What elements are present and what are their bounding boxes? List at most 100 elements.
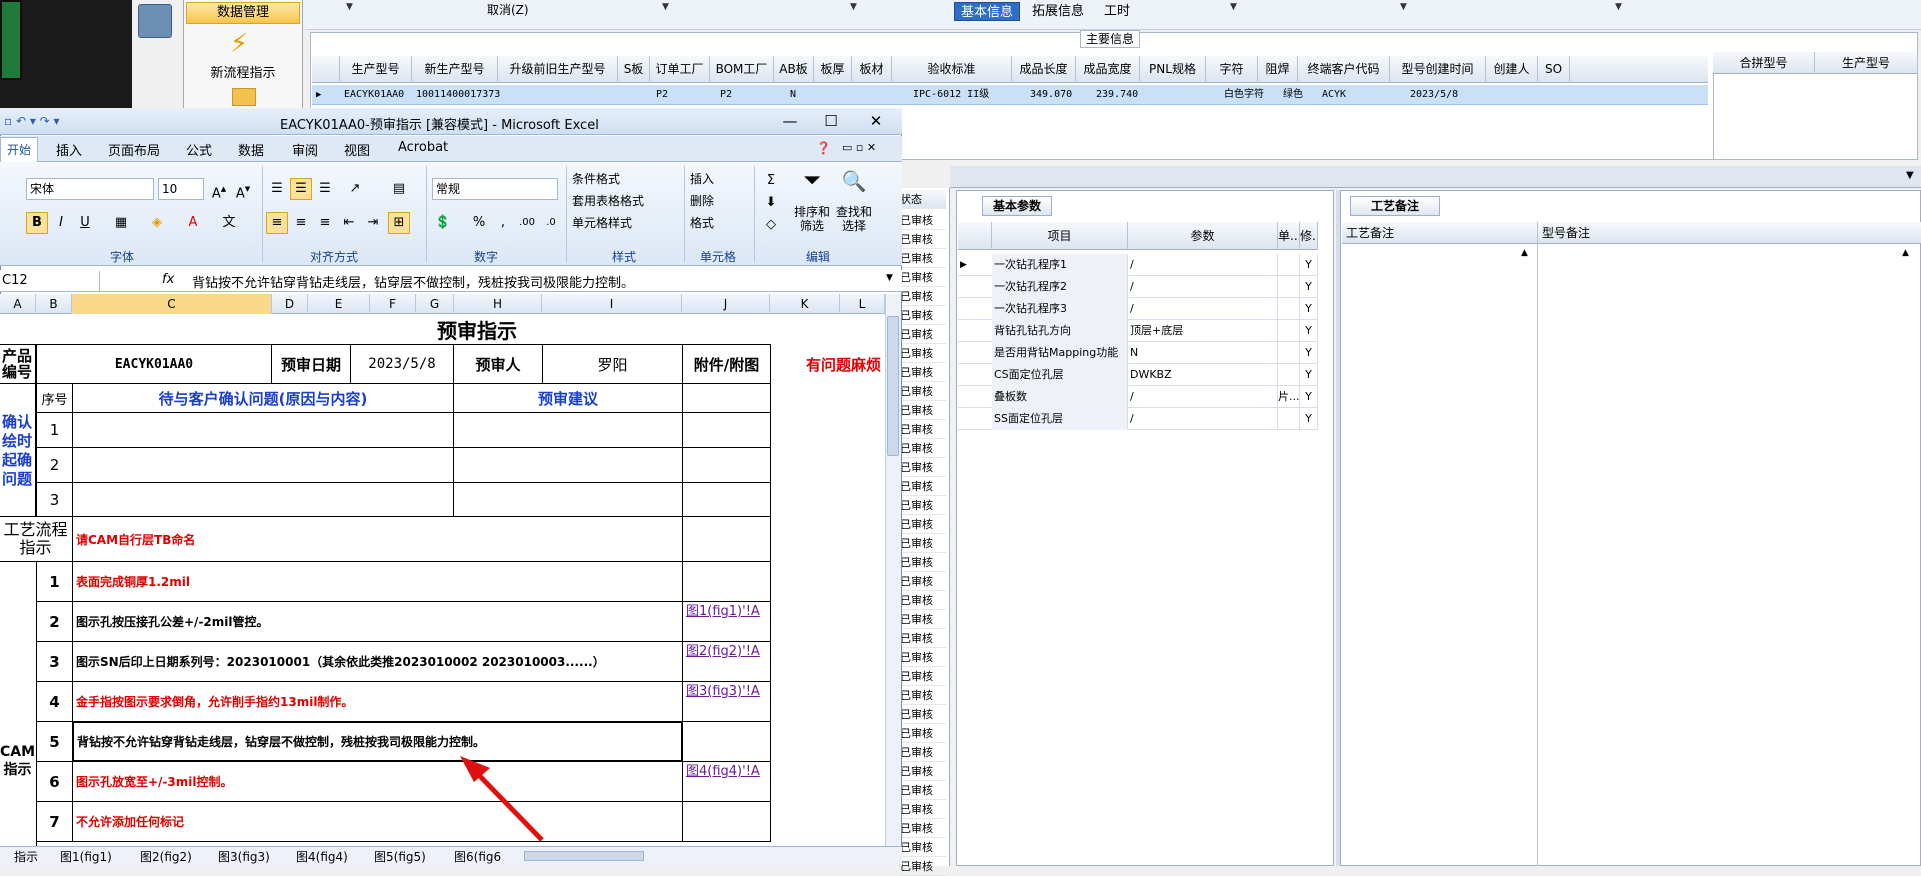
table-row[interactable]: CS面定位孔层 DWKBZ Y bbox=[958, 364, 1318, 386]
param-unit[interactable] bbox=[1278, 408, 1300, 430]
q-seq[interactable]: 1 bbox=[36, 412, 73, 448]
sheet-tab[interactable]: 图2(fig2) bbox=[140, 848, 192, 865]
attach-cell[interactable] bbox=[682, 447, 771, 483]
confirm-label[interactable]: 确认绘时起确问题 bbox=[0, 383, 36, 519]
col-header[interactable]: S板 bbox=[618, 56, 650, 83]
status-cell[interactable]: 已审核 bbox=[900, 857, 946, 876]
tab-data[interactable]: 数据 bbox=[238, 140, 264, 159]
col-letter[interactable]: G bbox=[416, 294, 454, 314]
ins-seq[interactable]: 1 bbox=[36, 561, 73, 602]
align-right-icon[interactable]: ≡ bbox=[314, 212, 336, 234]
table-row[interactable]: 一次钻孔程序2/ Y bbox=[958, 276, 1318, 298]
grid-cell[interactable]: 2023/5/8 bbox=[1410, 85, 1458, 105]
status-cell[interactable]: 已审核 bbox=[900, 553, 946, 572]
folder-icon[interactable] bbox=[232, 88, 256, 106]
attach-link[interactable] bbox=[682, 561, 771, 602]
question-header[interactable]: 待与客户确认问题(原因与内容) bbox=[72, 383, 454, 413]
col-letter[interactable]: B bbox=[36, 294, 72, 314]
param-value[interactable]: / bbox=[1128, 276, 1278, 298]
italic-icon[interactable]: I bbox=[50, 212, 72, 234]
table-row[interactable]: 背钻孔钻孔方向 顶层+底层 Y bbox=[958, 320, 1318, 342]
grid-cell[interactable]: ACYK bbox=[1322, 85, 1346, 105]
decrease-indent-icon[interactable]: ⇤ bbox=[338, 212, 360, 234]
status-cell[interactable]: 已审核 bbox=[900, 629, 946, 648]
col-letter[interactable]: K bbox=[770, 294, 840, 314]
close-icon[interactable]: ✕ bbox=[856, 110, 896, 132]
param-flag[interactable]: Y bbox=[1300, 298, 1318, 320]
status-cell[interactable]: 已审核 bbox=[900, 534, 946, 553]
col-header[interactable]: 订单工厂 bbox=[650, 56, 710, 83]
align-top-icon[interactable]: ☰ bbox=[266, 178, 288, 200]
format-cells-button[interactable]: 格式 bbox=[690, 214, 714, 231]
param-item[interactable]: 背钻孔钻孔方向 bbox=[992, 320, 1128, 342]
param-item[interactable]: 一次钻孔程序3 bbox=[992, 298, 1128, 320]
ins-text[interactable]: 图示孔按压接孔公差+/-2mil管控。 bbox=[72, 601, 683, 642]
ribbon-minimize-icon[interactable]: ▭ ▫ ✕ bbox=[842, 141, 876, 154]
param-flag[interactable]: Y bbox=[1300, 276, 1318, 298]
param-unit[interactable] bbox=[1278, 254, 1300, 276]
maximize-icon[interactable]: ☐ bbox=[811, 110, 851, 132]
attach-link[interactable]: 图3(fig3)'!A bbox=[682, 681, 771, 722]
param-item[interactable]: CS面定位孔层 bbox=[992, 364, 1128, 386]
tab-page-layout[interactable]: 页面布局 bbox=[108, 140, 160, 159]
attach-cell[interactable] bbox=[682, 516, 771, 562]
delete-cells-button[interactable]: 删除 bbox=[690, 192, 714, 209]
param-value[interactable]: / bbox=[1128, 408, 1278, 430]
grid-cell[interactable]: 349.070 bbox=[1030, 85, 1072, 105]
table-row[interactable]: ▶ EACYK01AA0 10011400017373 P2 P2 N IPC-… bbox=[312, 85, 1708, 105]
param-unit[interactable] bbox=[1278, 276, 1300, 298]
align-bottom-icon[interactable]: ☰ bbox=[314, 178, 336, 200]
align-center-icon[interactable]: ≡ bbox=[290, 212, 312, 234]
col-header[interactable]: 成品长度 bbox=[1012, 56, 1076, 83]
horizontal-scrollbar[interactable] bbox=[524, 851, 644, 861]
grid-cell[interactable]: 10011400017373 bbox=[416, 85, 500, 105]
trouble-note[interactable]: 有问题麻烦 bbox=[806, 354, 885, 375]
col-letter[interactable]: D bbox=[272, 294, 308, 314]
font-color-icon[interactable]: A bbox=[182, 212, 204, 234]
tab-basic-info[interactable]: 基本信息 bbox=[954, 2, 1021, 21]
name-box[interactable]: C12 bbox=[0, 271, 100, 291]
param-value[interactable]: DWKBZ bbox=[1128, 364, 1278, 386]
attach-link[interactable] bbox=[682, 801, 771, 842]
fx-icon[interactable]: fx bbox=[162, 272, 174, 287]
param-flag[interactable]: Y bbox=[1300, 408, 1318, 430]
cam-label[interactable]: CAM指示 bbox=[0, 561, 37, 846]
ins-text[interactable]: 图示SN后印上日期系列号：2023010001（其余依此类推2023010002… bbox=[72, 641, 683, 682]
attach-link[interactable]: 图1(fig1)'!A bbox=[682, 601, 771, 642]
col-letter[interactable]: C bbox=[72, 294, 272, 314]
format-as-table-button[interactable]: 套用表格格式 bbox=[572, 192, 644, 209]
table-row[interactable]: 是否用背钻Mapping功能 N Y bbox=[958, 342, 1318, 364]
col-header[interactable]: BOM工厂 bbox=[710, 56, 774, 83]
tab-formulas[interactable]: 公式 bbox=[186, 140, 212, 159]
ins-seq[interactable]: 5 bbox=[36, 721, 73, 762]
font-size-combo[interactable]: 10 bbox=[158, 178, 204, 200]
scroll-up-icon[interactable]: ▲ bbox=[1521, 248, 1528, 258]
orientation-icon[interactable]: ↗ bbox=[344, 178, 366, 200]
param-value[interactable]: / bbox=[1128, 254, 1278, 276]
q-suggestion[interactable] bbox=[453, 447, 683, 483]
merge-center-icon[interactable]: ⊞ bbox=[388, 212, 410, 234]
col-header[interactable]: 项目 bbox=[992, 222, 1128, 250]
status-cell[interactable]: 已审核 bbox=[900, 420, 946, 439]
col-letter[interactable]: F bbox=[370, 294, 416, 314]
status-cell[interactable]: 已审核 bbox=[900, 306, 946, 325]
table-row[interactable]: 一次钻孔程序3/ Y bbox=[958, 298, 1318, 320]
product-code[interactable]: EACYK01AA0 bbox=[36, 344, 272, 384]
dropdown-arrow-icon[interactable]: ▼ bbox=[1230, 2, 1237, 12]
status-cell[interactable]: 已审核 bbox=[900, 477, 946, 496]
param-item[interactable]: 一次钻孔程序1 bbox=[992, 254, 1128, 276]
sort-filter-icon[interactable]: ⏷ bbox=[798, 170, 826, 200]
fill-icon[interactable]: ⬇ bbox=[760, 192, 782, 214]
sheet-tab[interactable]: 图5(fig5) bbox=[374, 848, 426, 865]
expand-formula-icon[interactable]: ▼ bbox=[886, 273, 893, 283]
formula-input[interactable]: 背钻按不允许钻穿背钻走线层，钻穿层不做控制，残桩按我司极限能力控制。 bbox=[192, 272, 634, 291]
currency-icon[interactable]: 💲 bbox=[432, 212, 454, 234]
dropdown-arrow-icon[interactable]: ▼ bbox=[1615, 2, 1622, 12]
param-value[interactable]: 顶层+底层 bbox=[1128, 320, 1278, 342]
ins-seq[interactable]: 6 bbox=[36, 761, 73, 802]
dropdown-arrow-icon[interactable]: ▼ bbox=[662, 2, 669, 12]
status-cell[interactable]: 已审核 bbox=[900, 743, 946, 762]
attach-label[interactable]: 附件/附图 bbox=[682, 344, 771, 384]
status-cell[interactable]: 已审核 bbox=[900, 458, 946, 477]
grid-cell[interactable]: EACYK01AA0 bbox=[344, 85, 404, 105]
